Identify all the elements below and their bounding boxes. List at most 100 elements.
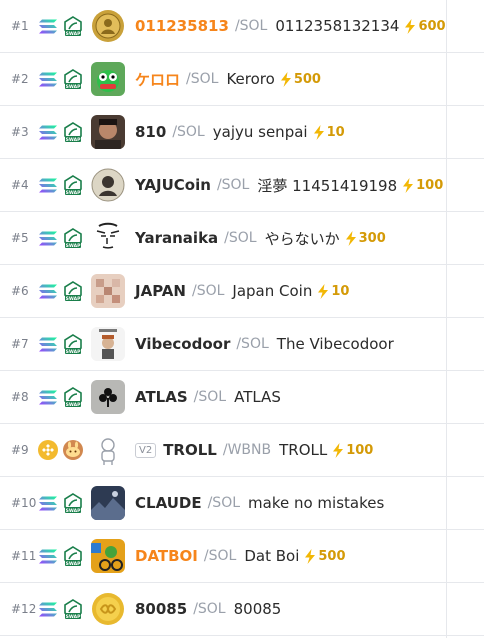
raydium-swap-icon: SWAP bbox=[62, 386, 84, 408]
token-name: 0112358132134 bbox=[275, 17, 400, 35]
token-row[interactable]: #7 SWAP Vibecodoor/SOL The Vibecodoor bbox=[0, 318, 484, 371]
token-row[interactable]: #6 SWAP JAPAN/SOL Japan Coin 10 bbox=[0, 265, 484, 318]
token-row[interactable]: #8 SWAP ATLAS/SOL ATLAS bbox=[0, 371, 484, 424]
token-name: 80085 bbox=[233, 600, 282, 618]
token-name: 淫夢 11451419198 bbox=[257, 176, 398, 195]
token-row[interactable]: #11 SWAP DATBOI/SOL Dat Boi 500 bbox=[0, 530, 484, 583]
token-symbol[interactable]: ケロロ bbox=[135, 69, 180, 90]
rank-label: #6 bbox=[11, 284, 29, 298]
solana-icon bbox=[38, 281, 58, 301]
token-symbol[interactable]: CLAUDE bbox=[135, 494, 202, 512]
raydium-swap-icon: SWAP bbox=[62, 598, 84, 620]
svg-text:SWAP: SWAP bbox=[66, 137, 81, 143]
token-row[interactable]: #5 SWAP Yaranaika/SOL やらないか 300 bbox=[0, 212, 484, 265]
token-row[interactable]: #1 SWAP 011235813/SOL 0112358132134 600 bbox=[0, 0, 484, 53]
token-symbol[interactable]: DATBOI bbox=[135, 547, 198, 565]
character-avatar bbox=[91, 327, 125, 361]
rank-label: #5 bbox=[11, 231, 29, 245]
bolt-icon bbox=[304, 548, 318, 564]
gold-coin-avatar bbox=[91, 592, 125, 626]
quote-pair: /SOL bbox=[234, 18, 268, 34]
bolt-icon bbox=[313, 124, 327, 140]
boost-badge: 500 bbox=[304, 548, 346, 564]
token-row[interactable]: #12 SWAP 80085/SOL 80085 bbox=[0, 583, 484, 636]
man-photo-avatar bbox=[91, 115, 125, 149]
bolt-icon bbox=[280, 71, 294, 87]
svg-text:SWAP: SWAP bbox=[66, 243, 81, 249]
token-meta: DATBOI/SOL Dat Boi 500 bbox=[135, 547, 346, 565]
token-symbol[interactable]: ATLAS bbox=[135, 388, 188, 406]
quote-pair: /SOL bbox=[191, 283, 225, 299]
boost-value: 500 bbox=[293, 71, 321, 87]
rank-label: #2 bbox=[11, 72, 29, 86]
svg-text:SWAP: SWAP bbox=[66, 31, 81, 37]
solana-icon bbox=[38, 122, 58, 142]
boost-badge: 300 bbox=[345, 230, 386, 246]
rank-label: #7 bbox=[11, 337, 29, 351]
token-meta: 810/SOL yajyu senpai 10 bbox=[135, 123, 345, 141]
raydium-swap-icon: SWAP bbox=[62, 492, 84, 514]
raydium-swap-icon: SWAP bbox=[62, 333, 84, 355]
token-symbol[interactable]: TROLL bbox=[163, 441, 217, 459]
frog-avatar bbox=[91, 62, 125, 96]
token-name: Dat Boi bbox=[244, 547, 300, 565]
token-symbol[interactable]: 810 bbox=[135, 123, 166, 141]
boost-badge: 10 bbox=[317, 283, 349, 299]
boost-badge: 500 bbox=[280, 71, 321, 87]
token-symbol[interactable]: Vibecodoor bbox=[135, 335, 230, 353]
solana-icon bbox=[38, 334, 58, 354]
bolt-icon bbox=[402, 177, 416, 193]
token-row[interactable]: #4 SWAP YAJUCoin/SOL 淫夢 11451419198 100 bbox=[0, 159, 484, 212]
solana-icon bbox=[38, 493, 58, 513]
token-row[interactable]: #3 SWAP 810/SOL yajyu senpai 10 bbox=[0, 106, 484, 159]
token-name: make no mistakes bbox=[248, 494, 385, 512]
token-name: ATLAS bbox=[234, 388, 281, 406]
raydium-swap-icon: SWAP bbox=[62, 15, 84, 37]
token-name: Keroro bbox=[226, 70, 275, 88]
token-name: やらないか bbox=[264, 229, 340, 248]
token-name: yajyu senpai bbox=[212, 123, 308, 141]
token-row[interactable]: #2 SWAP ケロロ/SOL Keroro 500 bbox=[0, 53, 484, 106]
quote-pair: /SOL bbox=[203, 548, 237, 564]
token-meta: ケロロ/SOL Keroro 500 bbox=[135, 69, 321, 90]
token-meta: YAJUCoin/SOL 淫夢 11451419198 100 bbox=[135, 175, 443, 196]
rank-label: #8 bbox=[11, 390, 29, 404]
token-meta: Vibecodoor/SOL The Vibecodoor bbox=[135, 335, 394, 353]
svg-text:SWAP: SWAP bbox=[66, 296, 81, 302]
quote-pair: /SOL bbox=[224, 230, 257, 246]
quote-pair: /SOL bbox=[193, 389, 227, 405]
token-symbol[interactable]: Yaranaika bbox=[135, 229, 218, 247]
svg-text:SWAP: SWAP bbox=[66, 402, 81, 408]
rank-label: #4 bbox=[11, 178, 29, 192]
solana-icon bbox=[38, 16, 58, 36]
token-symbol[interactable]: 80085 bbox=[135, 600, 187, 618]
token-symbol[interactable]: 011235813 bbox=[135, 17, 229, 35]
token-list: #1 SWAP 011235813/SOL 0112358132134 600 #2 SWA… bbox=[0, 0, 484, 638]
solana-icon bbox=[38, 387, 58, 407]
solana-icon bbox=[38, 546, 58, 566]
bnb-icon bbox=[38, 440, 58, 460]
raydium-swap-icon: SWAP bbox=[62, 121, 84, 143]
quote-pair: /SOL bbox=[207, 495, 241, 511]
token-symbol[interactable]: JAPAN bbox=[135, 282, 186, 300]
rank-label: #1 bbox=[11, 19, 29, 33]
coin-portrait-avatar bbox=[91, 168, 125, 202]
token-symbol[interactable]: YAJUCoin bbox=[135, 176, 211, 194]
boost-value: 500 bbox=[318, 548, 346, 564]
token-meta: ATLAS/SOL ATLAS bbox=[135, 388, 281, 406]
raydium-swap-icon: SWAP bbox=[62, 68, 84, 90]
rank-label: #9 bbox=[11, 443, 29, 457]
svg-text:SWAP: SWAP bbox=[66, 561, 81, 567]
solana-icon bbox=[38, 228, 58, 248]
quote-pair: /SOL bbox=[186, 71, 219, 87]
token-row[interactable]: #10 SWAP CLAUDE/SOL make no mistakes bbox=[0, 477, 484, 530]
rank-label: #3 bbox=[11, 125, 29, 139]
boost-badge: 10 bbox=[313, 124, 345, 140]
quote-pair: /SOL bbox=[193, 601, 226, 617]
token-row[interactable]: #9 V2 TROLL/WBNB TROLL 100 bbox=[0, 424, 484, 477]
boost-value: 600 bbox=[418, 18, 446, 34]
landscape-avatar bbox=[91, 486, 125, 520]
boost-value: 100 bbox=[416, 177, 444, 193]
boost-value: 300 bbox=[358, 230, 386, 246]
pancakeswap-icon bbox=[62, 439, 84, 461]
